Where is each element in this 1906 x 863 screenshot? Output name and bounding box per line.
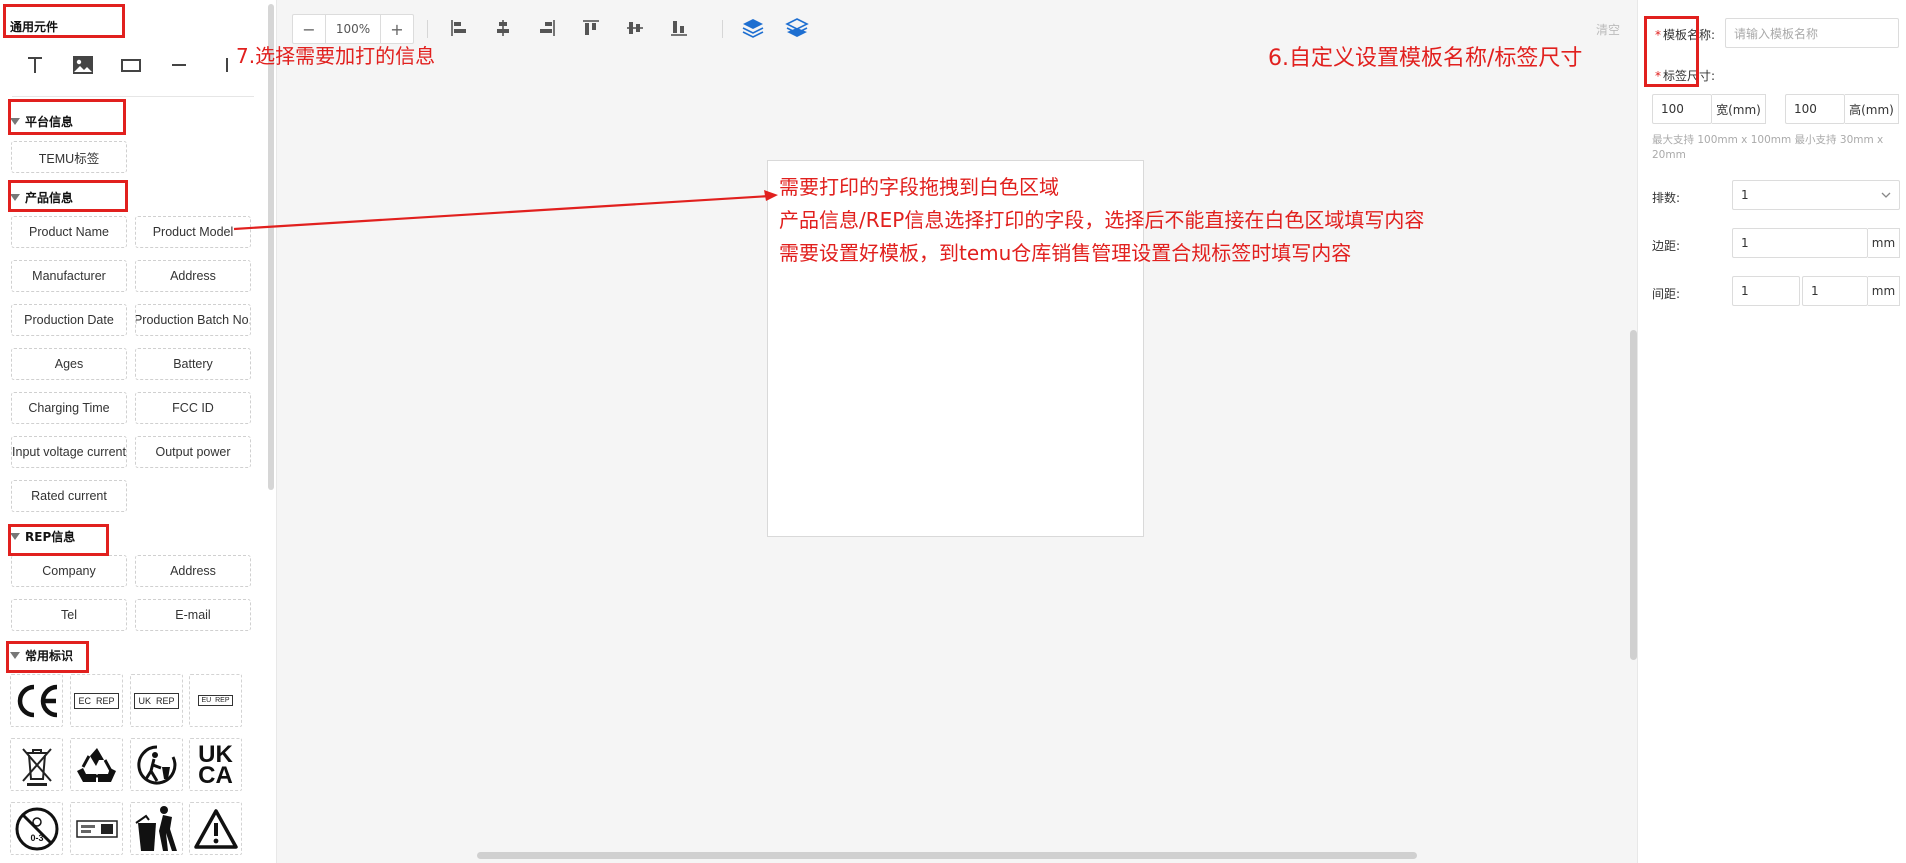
template-name-input[interactable]: 请输入模板名称	[1725, 18, 1899, 48]
rows-value: 1	[1741, 188, 1749, 202]
rectangle-tool-icon[interactable]	[116, 50, 146, 80]
product-field-button[interactable]: Battery	[135, 348, 251, 380]
width-unit: 宽(mm)	[1712, 94, 1766, 124]
uk-rep-icon[interactable]: UK REP	[130, 674, 183, 727]
weee-bin-icon[interactable]	[10, 738, 63, 791]
spacing-input-2[interactable]: 1	[1802, 276, 1868, 306]
height-unit: 高(mm)	[1845, 94, 1899, 124]
age-warning-icon[interactable]: 0-3	[10, 802, 63, 855]
highlight-box	[8, 99, 126, 135]
annotation-note: 需要打印的字段拖拽到白色区域 产品信息/REP信息选择打印的字段，选择后不能直接…	[779, 171, 1424, 270]
product-field-button[interactable]: Output power	[135, 436, 251, 468]
highlight-box	[1644, 16, 1699, 87]
toolbar-divider	[427, 20, 428, 38]
age-text: 0-3	[30, 833, 43, 843]
product-field-button[interactable]: Product Name	[11, 216, 127, 248]
zoom-out-button[interactable]: −	[293, 15, 325, 43]
annotation-note-line3: 需要设置好模板，到temu仓库销售管理设置合规标签时填写内容	[779, 241, 1352, 265]
product-field-button[interactable]: Production Batch No.	[135, 304, 251, 336]
highlight-box	[8, 180, 128, 212]
spacing-input-1[interactable]: 1	[1732, 276, 1800, 306]
align-center-horizontal-icon[interactable]	[491, 16, 515, 40]
product-field-button[interactable]: Input voltage current	[11, 436, 127, 468]
chevron-down-icon	[1881, 192, 1891, 198]
annotation-step7: 7.选择需要加打的信息	[236, 44, 436, 68]
bring-to-front-icon[interactable]	[741, 16, 765, 40]
align-bottom-icon[interactable]	[667, 16, 691, 40]
platform-item-temu-label[interactable]: TEMU标签	[11, 141, 127, 173]
highlight-box	[6, 641, 89, 673]
settings-panel: * 模板名称: 请输入模板名称 * 标签尺寸: 100 宽(mm) 100 高(mm…	[1637, 0, 1906, 863]
divider	[12, 96, 254, 97]
rows-label: 排数:	[1652, 191, 1681, 205]
product-field-button[interactable]: Product Model	[135, 216, 251, 248]
product-field-button[interactable]: FCC ID	[135, 392, 251, 424]
highlight-box	[3, 4, 125, 38]
send-to-back-icon[interactable]	[785, 16, 809, 40]
design-canvas-area: − 100% + 清空	[277, 0, 1637, 863]
highlight-box	[8, 524, 109, 556]
product-field-button[interactable]: Charging Time	[11, 392, 127, 424]
rep-field-button[interactable]: Address	[135, 555, 251, 587]
ukca-mark-icon[interactable]: UK CA	[189, 738, 242, 791]
rep-field-button[interactable]: E-mail	[135, 599, 251, 631]
warning-triangle-icon[interactable]	[189, 802, 242, 855]
canvas-vertical-scrollbar[interactable]	[1630, 330, 1637, 660]
zoom-in-button[interactable]: +	[381, 15, 413, 43]
rep-field-button[interactable]: Tel	[11, 599, 127, 631]
margin-unit: mm	[1868, 228, 1900, 258]
ec-rep-icon[interactable]: EC REP	[70, 674, 123, 727]
tidyman-recycle-icon[interactable]	[130, 738, 183, 791]
label-height-input[interactable]: 100	[1785, 94, 1845, 124]
product-field-button[interactable]: Manufacturer	[11, 260, 127, 292]
rep-field-button[interactable]: Company	[11, 555, 127, 587]
ukca-mark: UK CA	[198, 742, 233, 789]
zoom-value: 100%	[325, 15, 381, 43]
product-field-button[interactable]: Production Date	[11, 304, 127, 336]
margin-label: 边距:	[1652, 239, 1681, 253]
align-middle-vertical-icon[interactable]	[623, 16, 647, 40]
tidyman-bin-icon[interactable]	[130, 802, 183, 855]
align-right-icon[interactable]	[535, 16, 559, 40]
annotation-note-line1: 需要打印的字段拖拽到白色区域	[779, 175, 1059, 199]
clear-button[interactable]: 清空	[1596, 21, 1620, 38]
align-top-icon[interactable]	[579, 16, 603, 40]
annotation-step6: 6.自定义设置模板名称/标签尺寸	[1268, 46, 1583, 71]
eu-rep-text: EU REP	[198, 695, 233, 706]
size-hint: 最大支持 100mm x 100mm 最小支持 30mm x 20mm	[1652, 134, 1884, 161]
product-field-button[interactable]: Address	[135, 260, 251, 292]
line-tool-icon[interactable]	[164, 50, 194, 80]
image-tool-icon[interactable]	[68, 50, 98, 80]
ce-mark-icon[interactable]	[10, 674, 63, 727]
ec-rep-text: EC REP	[74, 692, 119, 709]
battery-label-icon[interactable]	[70, 802, 123, 855]
uk-rep-text: UK REP	[134, 692, 179, 709]
margin-input[interactable]: 1	[1732, 228, 1868, 258]
recycle-icon[interactable]	[70, 738, 123, 791]
product-field-button[interactable]: Ages	[11, 348, 127, 380]
ukca-bottom-text: CA	[198, 761, 233, 789]
annotation-note-line2: 产品信息/REP信息选择打印的字段，选择后不能直接在白色区域填写内容	[779, 208, 1425, 232]
align-left-icon[interactable]	[447, 16, 471, 40]
label-width-input[interactable]: 100	[1652, 94, 1712, 124]
text-tool-icon[interactable]	[20, 50, 50, 80]
spacing-unit: mm	[1868, 276, 1900, 306]
canvas-horizontal-scrollbar[interactable]	[477, 852, 1417, 859]
left-panel-scrollbar[interactable]	[268, 4, 274, 490]
toolbar-divider	[722, 20, 723, 38]
product-field-button[interactable]: Rated current	[11, 480, 127, 512]
spacing-label: 间距:	[1652, 287, 1681, 301]
rows-select[interactable]: 1	[1732, 180, 1900, 210]
eu-rep-icon[interactable]: EU REP	[189, 674, 242, 727]
component-panel: 通用元件 平台信息 TEMU标签 产品信息 Product Name Produ…	[0, 0, 277, 863]
